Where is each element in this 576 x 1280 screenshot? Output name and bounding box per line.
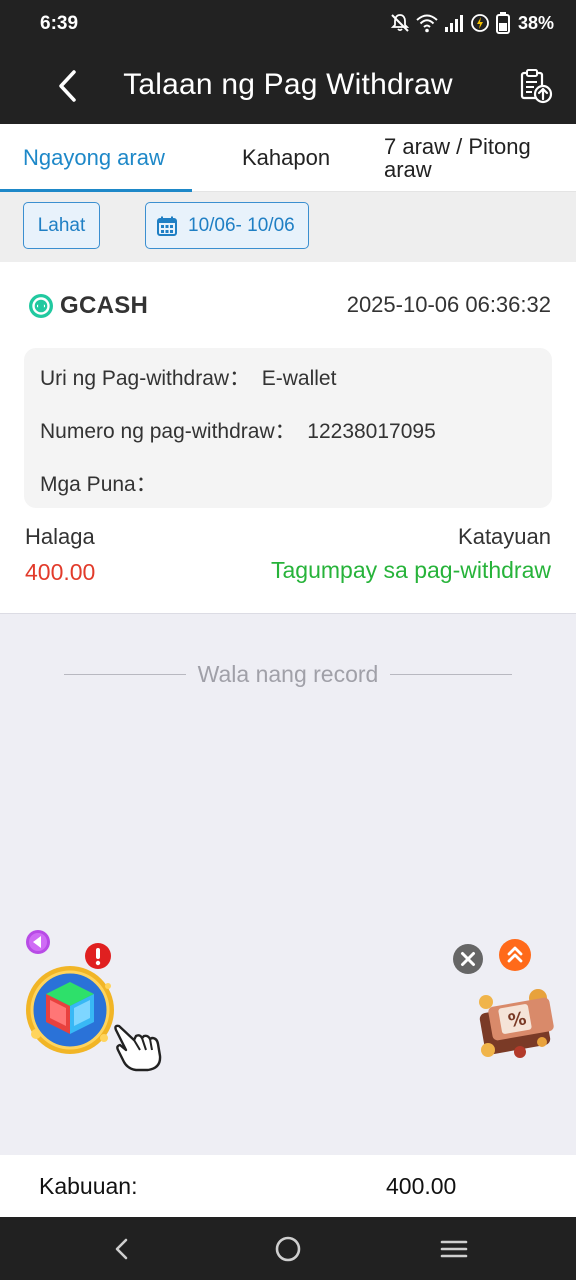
total-bar: Kabuuan: 400.00 xyxy=(0,1155,576,1217)
battery-icon xyxy=(495,12,510,34)
game-cube-wheel-icon xyxy=(26,966,114,1054)
hand-pointer xyxy=(110,1022,166,1079)
nav-back-button[interactable] xyxy=(106,1233,138,1265)
withdraw-record-card[interactable]: GCASH 2025-10-06 06:36:32 Uri ng Pag-wit… xyxy=(0,262,576,614)
divider-left xyxy=(64,673,186,675)
amount-value: 400.00 xyxy=(25,559,96,585)
amount-label: Halaga xyxy=(25,524,95,549)
date-range-label: 10/06- 10/06 xyxy=(188,214,295,236)
page-title: Talaan ng Pag Withdraw xyxy=(123,68,453,101)
withdraw-number-label: Numero ng pag-withdraw： xyxy=(40,420,296,443)
withdraw-type-row: Uri ng Pag-withdraw： E-wallet xyxy=(40,362,336,392)
close-icon xyxy=(453,944,483,974)
record-datetime: 2025-10-06 06:36:32 xyxy=(346,292,551,317)
withdraw-number-row: Numero ng pag-withdraw： 12238017095 xyxy=(40,415,436,445)
system-nav-bar xyxy=(0,1217,576,1280)
close-widget-button[interactable] xyxy=(452,943,484,980)
provider-logo: GCASH xyxy=(28,292,148,320)
document-upload-icon xyxy=(520,69,553,104)
game-widget[interactable] xyxy=(24,964,120,1065)
double-chevron-up-icon xyxy=(499,939,531,971)
no-more-records: Wala nang record xyxy=(64,658,512,690)
status-time: 6:39 xyxy=(40,13,79,34)
tab-seven-days[interactable]: 7 araw / Pitong araw xyxy=(384,124,564,192)
wifi-icon xyxy=(416,14,438,33)
nav-home-icon xyxy=(275,1236,301,1262)
gcash-logo-icon xyxy=(29,294,53,318)
tab-yesterday[interactable]: Kahapon xyxy=(242,124,330,192)
app-bar: Talaan ng Pag Withdraw xyxy=(0,48,576,124)
date-tabs: Ngayong araw Kahapon 7 araw / Pitong ara… xyxy=(0,124,576,192)
nav-menu-icon xyxy=(440,1240,468,1258)
filter-all-button[interactable]: Lahat xyxy=(23,202,100,249)
date-range-button[interactable]: 10/06- 10/06 xyxy=(145,202,309,249)
nav-recents-button[interactable] xyxy=(438,1233,470,1265)
records-upload-button[interactable] xyxy=(518,68,554,104)
nav-back-icon xyxy=(115,1238,128,1260)
status-bar: 6:39 38% xyxy=(0,0,576,48)
withdraw-type-label: Uri ng Pag-withdraw： xyxy=(40,367,251,390)
signal-icon xyxy=(444,15,463,32)
promo-widget[interactable]: % xyxy=(472,980,562,1069)
total-value: 400.00 xyxy=(386,1173,457,1199)
record-details: Uri ng Pag-withdraw： E-wallet Numero ng … xyxy=(24,348,552,508)
calendar-icon xyxy=(157,216,177,236)
discount-gift-icon: % xyxy=(479,989,554,1058)
tab-today[interactable]: Ngayong araw xyxy=(23,124,165,192)
filter-bar: Lahat 10/06- 10/06 xyxy=(0,192,576,262)
status-label: Katayuan xyxy=(458,524,551,549)
remarks-label: Mga Puna： xyxy=(40,473,157,496)
divider-right xyxy=(390,673,512,675)
expand-up-button[interactable] xyxy=(498,938,532,977)
hand-pointer-icon xyxy=(114,1024,162,1072)
remarks-row: Mga Puna： xyxy=(40,468,157,498)
svg-text:%: % xyxy=(507,1008,528,1032)
status-value: Tagumpay sa pag-withdraw xyxy=(271,557,551,583)
nav-home-button[interactable] xyxy=(272,1233,304,1265)
total-label: Kabuuan: xyxy=(39,1173,138,1199)
withdraw-number-value: 12238017095 xyxy=(307,420,436,443)
mute-bell-icon xyxy=(390,14,410,32)
status-icons: 38% xyxy=(390,12,554,34)
battery-saver-icon xyxy=(471,14,489,32)
no-more-records-text: Wala nang record xyxy=(197,660,379,687)
battery-percent: 38% xyxy=(517,12,554,33)
play-left-icon xyxy=(26,930,50,954)
collapse-left-button[interactable] xyxy=(25,929,51,960)
withdraw-type-value: E-wallet xyxy=(261,367,337,390)
provider-name: GCASH xyxy=(60,292,149,319)
